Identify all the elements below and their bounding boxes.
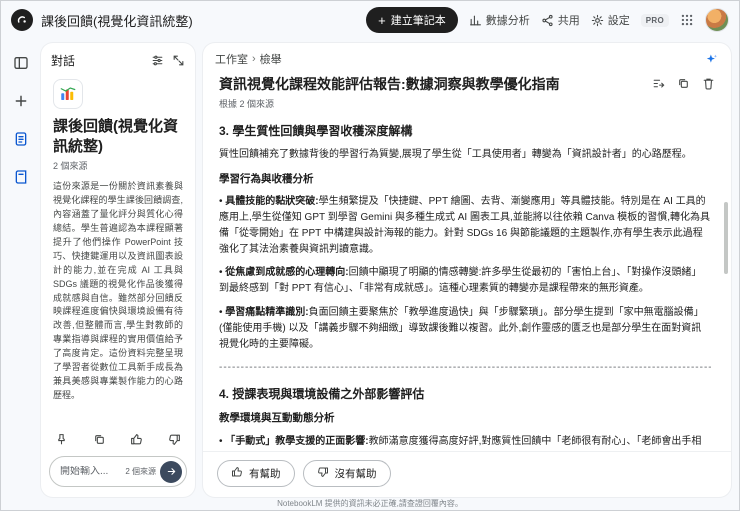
send-button[interactable] bbox=[160, 460, 182, 483]
create-notebook-label: 建立筆記本 bbox=[390, 15, 446, 27]
scrollbar-thumb[interactable] bbox=[724, 201, 728, 274]
settings-label: 設定 bbox=[607, 15, 630, 27]
thumb-up-icon[interactable] bbox=[130, 433, 143, 446]
topbar-left: 課後回饋(視覺化資訊統整) bbox=[11, 9, 358, 31]
section-3-heading: 3. 學生質性回饋與學習收穫深度解構 bbox=[219, 123, 413, 138]
logo-swirl-icon bbox=[17, 16, 26, 23]
breadcrumb-chevron-icon: › bbox=[252, 53, 256, 65]
chat-input-sources-count: 2 個來源 bbox=[125, 467, 156, 476]
breadcrumb-studio[interactable]: 工作室 bbox=[215, 51, 248, 67]
share-label: 共用 bbox=[557, 15, 580, 27]
copy-icon[interactable] bbox=[93, 433, 106, 446]
summary-actions bbox=[41, 427, 195, 452]
notebooklm-app: 課後回饋(視覺化資訊統整) + 建立筆記本 數據分析 共用 設定 PRO 對話 … bbox=[0, 0, 740, 511]
section-divider: ----------------------------------------… bbox=[219, 362, 711, 374]
thumb-down-icon bbox=[317, 466, 329, 481]
studio-header: 工作室 › 檢舉 bbox=[203, 43, 731, 71]
studio-panel: 工作室 › 檢舉 資訊視覺化課程效能評估報告:數據洞察與教學優化指南 根據 2 … bbox=[203, 43, 731, 497]
chat-input-bar: 2 個來源 bbox=[49, 456, 187, 487]
section-4-heading: 4. 授課表現與環境設備之外部影響評估 bbox=[219, 387, 425, 402]
notebook-summary-text: 這份來源是一份關於資訊素養與視覺化課程的學生課後回饋調查,內容涵蓋了量化評分與質… bbox=[53, 181, 183, 401]
notebook-overview-card: 課後回饋(視覺化資訊統整) 2 個來源 這份來源是一份關於資訊素養與視覺化課程的… bbox=[41, 75, 195, 427]
chat-input[interactable] bbox=[60, 466, 122, 477]
notebook-card-sources: 2 個來源 bbox=[53, 161, 88, 171]
chat-panel: 對話 課後回饋(視覺化資訊統整) 2 個來源 這份來源是一份關於資訊素養與視覺化… bbox=[41, 43, 195, 497]
chat-panel-title: 對話 bbox=[51, 54, 76, 68]
notebook-title: 課後回饋(視覺化資訊統整) bbox=[41, 13, 193, 29]
section-3-subheading: 學習行為與收穫分析 bbox=[219, 172, 314, 185]
note-title: 資訊視覺化課程效能評估報告:數據洞察與教學優化指南 bbox=[219, 76, 560, 92]
copy-note-icon[interactable] bbox=[677, 77, 690, 90]
pro-badge: PRO bbox=[640, 13, 669, 27]
note-actions bbox=[652, 75, 715, 90]
chat-panel-header: 對話 bbox=[41, 43, 195, 75]
analytics-button[interactable]: 數據分析 bbox=[469, 12, 530, 28]
topbar-right: + 建立筆記本 數據分析 共用 設定 PRO bbox=[366, 7, 729, 33]
left-rail bbox=[1, 43, 41, 189]
thumb-down-icon[interactable] bbox=[168, 433, 181, 446]
note-body[interactable]: 3. 學生質性回饋與學習收穫深度解構 質性回饋補充了數據背後的學習行為質變,展現… bbox=[203, 114, 731, 451]
sparkle-icon[interactable] bbox=[704, 52, 719, 67]
note-head: 資訊視覺化課程效能評估報告:數據洞察與教學優化指南 bbox=[203, 71, 731, 94]
notebook-card-title: 課後回饋(視覺化資訊統整) bbox=[53, 118, 178, 155]
convert-note-icon[interactable] bbox=[652, 77, 665, 90]
share-button[interactable]: 共用 bbox=[541, 12, 580, 28]
collapse-panel-icon[interactable] bbox=[9, 51, 33, 75]
feedback-bar: 有幫助 沒有幫助 bbox=[203, 451, 731, 497]
section-3-intro: 質性回饋補充了數據背後的學習行為質變,展現了學生從「工具使用者」轉變為「資訊設計… bbox=[219, 148, 692, 160]
thumb-up-icon bbox=[231, 466, 243, 481]
breadcrumb-current: 檢舉 bbox=[259, 54, 282, 66]
delete-note-icon[interactable] bbox=[702, 77, 715, 90]
not-helpful-label: 沒有幫助 bbox=[334, 468, 377, 480]
section-4-subheading: 教學環境與互動動態分析 bbox=[219, 412, 335, 425]
apps-grid-icon[interactable] bbox=[680, 13, 694, 27]
bullet-item: 學習痛點精準識別:負面回饋主要聚焦於「教學進度過快」與「步驟繁瑣」。部分學生提到… bbox=[219, 305, 711, 352]
share-icon bbox=[541, 14, 554, 27]
gear-icon bbox=[591, 14, 604, 27]
notebooklm-logo[interactable] bbox=[11, 9, 33, 31]
bullet-item: 「手動式」教學支援的正面影響:教師滿意度獲得高度好評,對應質性回饋中「老師很有耐… bbox=[219, 434, 711, 451]
helpful-label: 有幫助 bbox=[249, 468, 281, 480]
analytics-icon bbox=[469, 14, 482, 27]
settings-button[interactable]: 設定 bbox=[591, 12, 630, 28]
bullet-item: 從焦慮到成就感的心理轉向:回饋中顯現了明顯的情感轉變:許多學生從最初的「害怕上台… bbox=[219, 265, 711, 297]
bullet-item: 具體技能的黏狀突破:學生頻繁提及「快捷鍵、PPT 繪圖、去背、漸變應用」等具體技… bbox=[219, 194, 711, 257]
not-helpful-button[interactable]: 沒有幫助 bbox=[302, 460, 391, 487]
notes-doc-icon[interactable] bbox=[9, 165, 33, 189]
tune-icon[interactable] bbox=[151, 54, 164, 67]
create-notebook-button[interactable]: + 建立筆記本 bbox=[366, 7, 458, 33]
note-sources-count: 根據 2 個來源 bbox=[219, 98, 275, 109]
notebook-cover-chart-icon bbox=[53, 79, 83, 109]
helpful-button[interactable]: 有幫助 bbox=[217, 460, 295, 487]
pin-icon[interactable] bbox=[55, 433, 68, 446]
user-avatar[interactable] bbox=[705, 8, 729, 32]
plus-icon: + bbox=[378, 12, 386, 28]
expand-icon[interactable] bbox=[172, 54, 185, 67]
analytics-label: 數據分析 bbox=[485, 15, 530, 27]
sources-doc-icon[interactable] bbox=[9, 127, 33, 151]
disclaimer-text: NotebookLM 提供的資訊未必正確,請查證回覆內容。 bbox=[277, 499, 463, 508]
add-icon[interactable] bbox=[9, 89, 33, 113]
topbar: 課後回饋(視覺化資訊統整) + 建立筆記本 數據分析 共用 設定 PRO bbox=[1, 1, 739, 39]
